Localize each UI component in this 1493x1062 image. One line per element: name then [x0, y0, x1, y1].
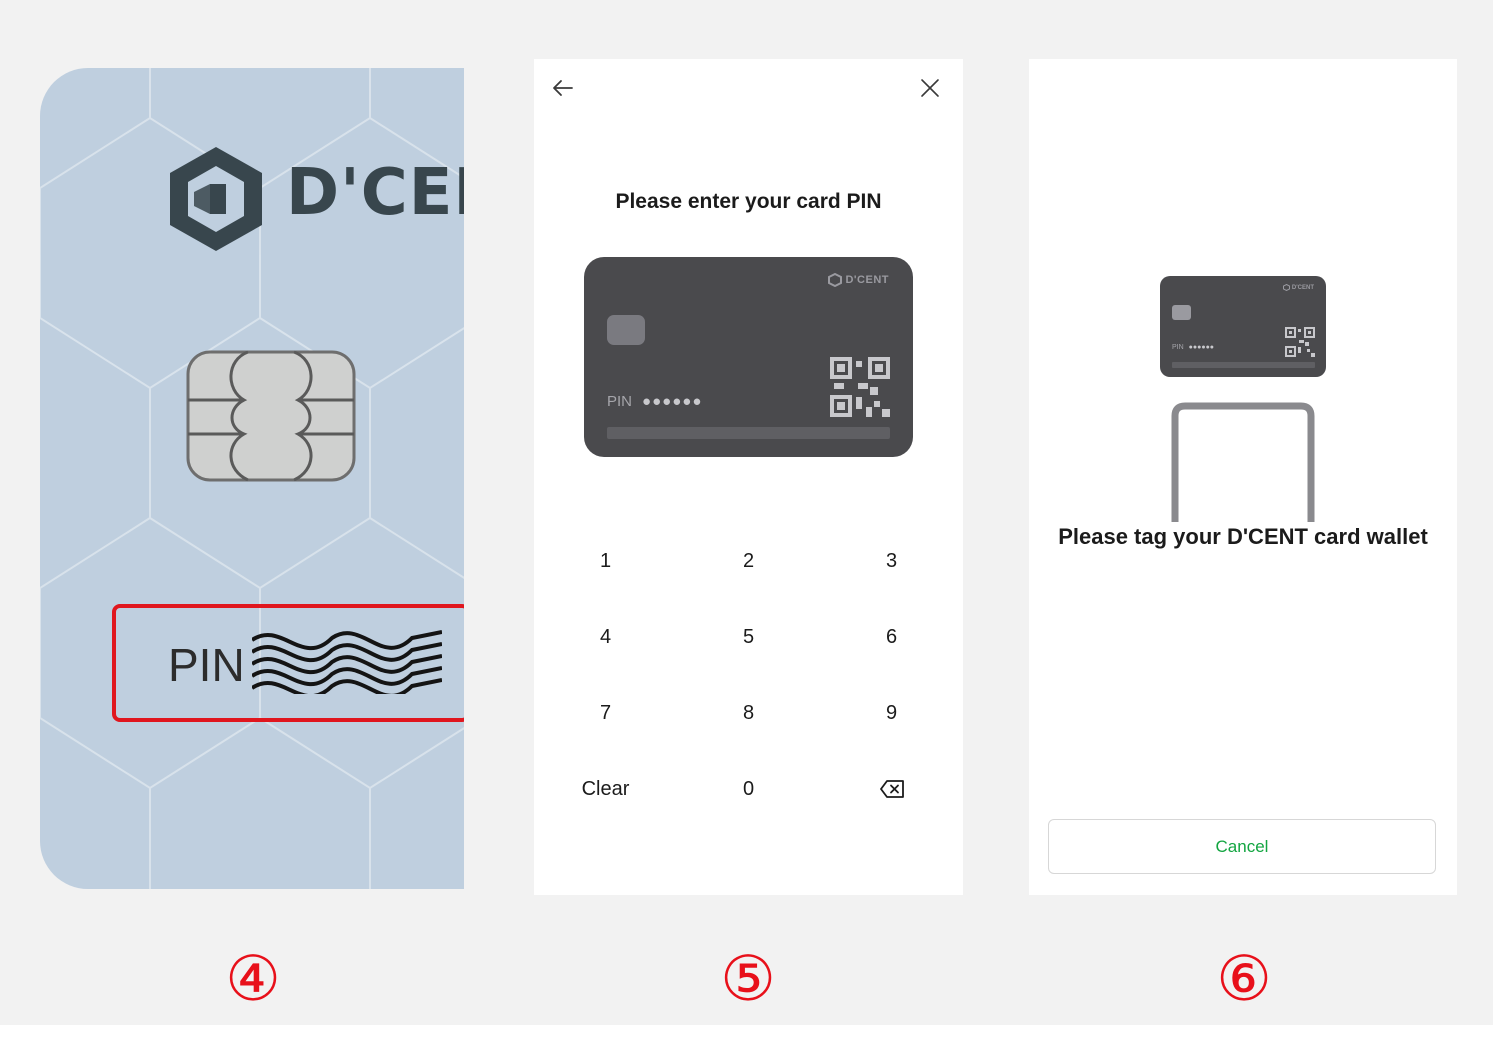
- step-marker-4: ④: [225, 942, 281, 1015]
- step-marker-5: ⑤: [720, 942, 776, 1015]
- tag-card-screen: D'CENT PIN ●●●●●● Please tag your D'CENT…: [1029, 59, 1457, 895]
- pin-label: PIN: [168, 639, 245, 691]
- card-illustration: D'CENT PIN ●●●●●●: [1160, 276, 1326, 377]
- card-chip-icon: [186, 350, 356, 482]
- dcent-logo-icon: [1282, 284, 1290, 291]
- card-photo: D'CEI PIN: [40, 68, 464, 889]
- dcent-logo-icon: [828, 273, 843, 287]
- key-6-label: 6: [885, 626, 898, 648]
- key-9-label: 9: [885, 702, 898, 724]
- phone-outline-icon: [1171, 402, 1315, 522]
- card-pin-label: PIN: [607, 393, 633, 410]
- clear-key[interactable]: Clear: [534, 778, 677, 865]
- card-pin-row: PIN ●●●●●●: [607, 393, 702, 410]
- qr-code-icon: [830, 357, 890, 417]
- dcent-logo-icon: [170, 147, 262, 251]
- pin-scratch-pattern: [252, 630, 442, 694]
- back-arrow-icon[interactable]: [548, 73, 578, 103]
- card-strip: [1172, 362, 1315, 368]
- key-5-label: 5: [742, 626, 755, 648]
- card-brand-label: D'CENT: [845, 274, 889, 286]
- key-4-label: 4: [599, 626, 612, 648]
- card-brand-label: D'CENT: [1291, 284, 1314, 291]
- key-2-label: 2: [742, 550, 755, 572]
- card-brand: D'CENT: [1282, 284, 1314, 291]
- clear-key-label: Clear: [581, 778, 630, 800]
- key-0-label: 0: [742, 778, 755, 800]
- key-8-label: 8: [742, 702, 755, 724]
- backspace-key[interactable]: [820, 780, 963, 865]
- tutorial-stage: D'CEI PIN Please enter your card PIN D'C…: [0, 0, 1493, 1025]
- card-chip-icon: [607, 315, 645, 345]
- close-icon[interactable]: [915, 73, 945, 103]
- step-marker-6: ⑥: [1216, 942, 1272, 1015]
- pin-entry-screen: Please enter your card PIN D'CENT PIN ●●…: [534, 59, 963, 895]
- key-0[interactable]: 0: [677, 778, 820, 865]
- pin-highlight-box: PIN: [112, 604, 464, 722]
- cancel-button[interactable]: Cancel: [1048, 819, 1436, 874]
- card-chip-icon: [1172, 305, 1191, 320]
- card-pin-dots: ●●●●●●: [1188, 344, 1215, 351]
- card-strip: [607, 427, 890, 439]
- key-7-label: 7: [599, 702, 612, 724]
- backspace-icon: [879, 780, 904, 798]
- qr-code-icon: [1285, 327, 1315, 357]
- card-brand: D'CENT: [828, 273, 889, 287]
- card-illustration: D'CENT PIN ●●●●●●: [584, 257, 913, 457]
- pin-keypad: 1 2 3 4 5 6 7 8 9 Clear 0: [534, 550, 963, 865]
- card-pin-dots: ●●●●●●: [642, 393, 703, 410]
- key-9[interactable]: 9: [820, 702, 963, 789]
- page-title: Please tag your D'CENT card wallet: [1058, 524, 1428, 549]
- card-pin-label: PIN: [1172, 344, 1184, 351]
- card-pin-row: PIN ●●●●●●: [1172, 344, 1214, 351]
- key-1-label: 1: [599, 550, 612, 572]
- page-title: Please enter your card PIN: [615, 190, 882, 213]
- key-3-label: 3: [885, 550, 898, 572]
- brand-wordmark: D'CEI: [286, 156, 464, 230]
